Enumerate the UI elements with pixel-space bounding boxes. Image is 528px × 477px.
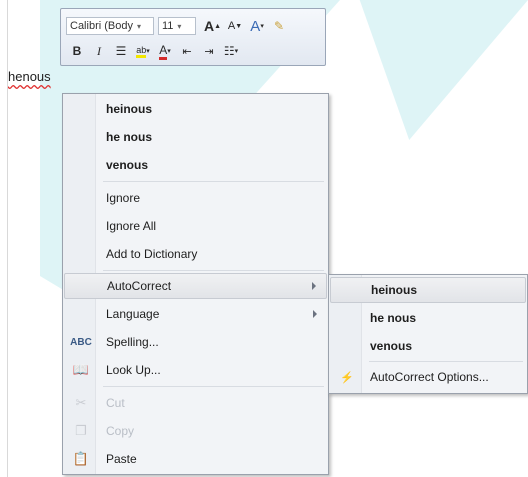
font-name-value: Calibri (Body xyxy=(70,20,133,32)
menu-separator xyxy=(103,181,324,182)
shrink-font-button[interactable]: A ▼ xyxy=(227,17,243,35)
bullets-icon: ☷ xyxy=(223,44,235,58)
decrease-indent-button[interactable]: ⇤ xyxy=(179,42,195,60)
bullets-button[interactable]: ☷ ▾ xyxy=(223,42,239,60)
background-accent-shape xyxy=(359,0,528,140)
autocorrect-submenu: heinous he nous venous ⚡ AutoCorrect Opt… xyxy=(328,274,528,394)
autocorrect-options-icon: ⚡ xyxy=(340,371,354,384)
grow-font-icon: A xyxy=(204,18,215,34)
toolbar-row-font: Calibri (Body ▾ 11 ▾ A ▲ A ▼ A ▾ ✎ xyxy=(66,15,290,37)
cut-item: ✂ Cut xyxy=(64,390,327,416)
chevron-down-icon: ▾ xyxy=(136,21,141,31)
spelling-item[interactable]: ABC Spelling... xyxy=(64,329,327,355)
lookup-item[interactable]: 📖 Look Up... xyxy=(64,357,327,383)
highlight-icon: ab xyxy=(136,45,147,58)
format-painter-button[interactable]: ✎ xyxy=(271,17,287,35)
menu-separator xyxy=(369,361,523,362)
autocorrect-suggestion-item[interactable]: venous xyxy=(330,333,526,359)
shrink-font-icon: A xyxy=(227,20,236,32)
book-icon: 📖 xyxy=(72,362,90,377)
center-align-icon: ☰ xyxy=(115,44,127,58)
menu-separator xyxy=(103,270,324,271)
misspelled-word[interactable]: henous xyxy=(8,69,51,84)
ignore-item[interactable]: Ignore xyxy=(64,185,327,211)
font-name-combo[interactable]: Calibri (Body ▾ xyxy=(66,17,154,35)
suggestion-item[interactable]: venous xyxy=(64,152,327,178)
font-color-button[interactable]: A ▾ xyxy=(157,42,173,60)
autocorrect-item[interactable]: AutoCorrect xyxy=(64,273,327,299)
styles-icon: A xyxy=(250,17,261,35)
mini-toolbar: Calibri (Body ▾ 11 ▾ A▲ A▼ A▾ ✎ B I ☰ xyxy=(60,8,326,66)
submenu-arrow-icon xyxy=(312,282,316,290)
paste-icon: 📋 xyxy=(72,451,90,466)
scissors-icon: ✂ xyxy=(75,395,87,410)
decrease-indent-icon: ⇤ xyxy=(182,45,192,58)
font-size-value: 11 xyxy=(162,20,174,32)
font-color-icon: A xyxy=(159,43,168,60)
autocorrect-options-item[interactable]: ⚡ AutoCorrect Options... xyxy=(330,364,526,390)
copy-item: ❐ Copy xyxy=(64,418,327,444)
font-size-combo[interactable]: 11 ▾ xyxy=(158,17,196,35)
suggestion-item[interactable]: heinous xyxy=(64,96,327,122)
autocorrect-suggestion-item[interactable]: heinous xyxy=(330,277,526,303)
copy-icon: ❐ xyxy=(75,423,87,438)
submenu-arrow-icon xyxy=(313,310,317,318)
spelling-check-icon: ABC xyxy=(70,336,92,348)
paste-item[interactable]: 📋 Paste xyxy=(64,446,327,472)
autocorrect-suggestion-item[interactable]: he nous xyxy=(330,305,526,331)
increase-indent-icon: ⇥ xyxy=(204,45,214,58)
suggestion-item[interactable]: he nous xyxy=(64,124,327,150)
italic-button[interactable]: I xyxy=(91,42,107,60)
center-align-button[interactable]: ☰ xyxy=(113,42,129,60)
format-painter-icon: ✎ xyxy=(274,19,285,33)
increase-indent-button[interactable]: ⇥ xyxy=(201,42,217,60)
chevron-down-icon: ▾ xyxy=(177,21,182,31)
styles-button[interactable]: A ▾ xyxy=(249,17,265,35)
bold-icon: B xyxy=(72,44,82,58)
menu-separator xyxy=(103,386,324,387)
ignore-all-item[interactable]: Ignore All xyxy=(64,213,327,239)
language-item[interactable]: Language xyxy=(64,301,327,327)
add-to-dictionary-item[interactable]: Add to Dictionary xyxy=(64,241,327,267)
toolbar-row-format: B I ☰ ab ▾ A ▾ ⇤ ⇥ ☷ ▾ xyxy=(66,40,242,62)
grow-font-button[interactable]: A ▲ xyxy=(204,17,221,35)
italic-icon: I xyxy=(97,43,101,58)
spelling-context-menu: heinous he nous venous Ignore Ignore All… xyxy=(62,93,329,475)
highlight-button[interactable]: ab ▾ xyxy=(135,42,151,60)
bold-button[interactable]: B xyxy=(69,42,85,60)
